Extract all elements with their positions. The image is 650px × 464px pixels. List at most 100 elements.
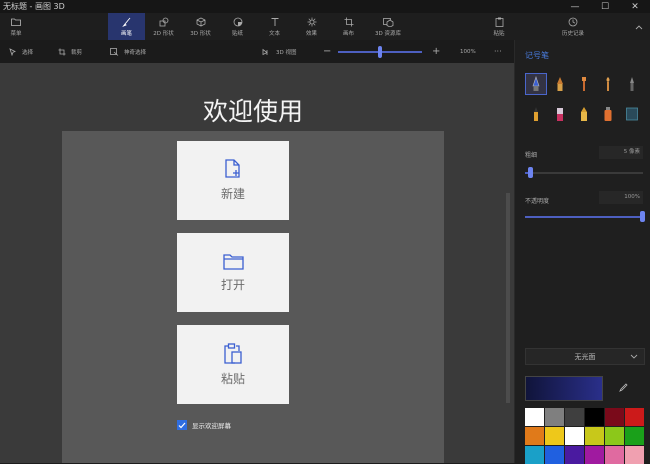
crayon-icon[interactable]	[574, 104, 594, 124]
3d-view-label: 3D 视图	[276, 49, 297, 56]
3d-view-toggle[interactable]: 3D 视图	[262, 40, 296, 63]
magic-select-label: 神奇选择	[124, 49, 147, 56]
canvas-area: 欢迎使用 新建 打开 粘贴 显示欢迎屏幕	[0, 63, 514, 463]
welcome-title: 欢迎使用	[202, 97, 303, 126]
chevron-up-icon	[633, 21, 645, 32]
crop-tool[interactable]: 裁剪	[58, 40, 82, 63]
tab-stickers[interactable]: 贴纸	[219, 13, 256, 40]
pencil-icon[interactable]	[526, 104, 546, 124]
color-swatch[interactable]	[585, 427, 604, 445]
folder-icon	[10, 16, 22, 27]
new-file-icon	[225, 159, 240, 178]
tab-label: 贴纸	[231, 31, 243, 37]
zoom-in-button[interactable]: +	[432, 40, 440, 63]
tab-text[interactable]: 文本	[256, 13, 293, 40]
tab-brushes[interactable]: 画笔	[108, 13, 145, 40]
finish-value: 无光面	[574, 352, 596, 361]
color-swatch[interactable]	[605, 408, 624, 426]
color-swatch[interactable]	[565, 408, 584, 426]
clipboard-icon	[493, 16, 505, 27]
collapse-ribbon-button[interactable]	[630, 13, 648, 40]
color-swatch[interactable]	[545, 408, 564, 426]
checkmark-icon	[177, 420, 187, 430]
tab-effects[interactable]: 效果	[293, 13, 330, 40]
opacity-input[interactable]: 100%	[599, 191, 643, 204]
paste-label: 粘贴	[493, 31, 505, 37]
color-swatch[interactable]	[525, 427, 544, 445]
show-welcome-label: 显示欢迎屏幕	[192, 422, 231, 430]
canvas-icon	[343, 16, 355, 27]
more-button[interactable]: ···	[494, 40, 502, 63]
color-swatch[interactable]	[625, 446, 644, 464]
open-button[interactable]: 打开	[177, 233, 289, 312]
select-tool[interactable]: 选择	[9, 40, 33, 63]
3d-library-icon	[382, 16, 394, 27]
thickness-slider[interactable]	[525, 167, 643, 178]
new-button[interactable]: 新建	[177, 141, 289, 220]
color-swatch[interactable]	[625, 427, 644, 445]
color-swatch[interactable]	[625, 408, 644, 426]
color-swatch[interactable]	[525, 446, 544, 464]
color-swatch[interactable]	[585, 408, 604, 426]
marker-brush-icon[interactable]	[525, 73, 547, 95]
ribbon: 菜单 画笔 2D 形状 3D 形状 贴纸 文本 效果 画布 3D 资源库 粘贴 …	[0, 13, 650, 40]
current-color-swatch[interactable]	[525, 376, 603, 401]
brush-icon	[121, 16, 133, 27]
paste-button[interactable]: 粘贴	[484, 13, 514, 40]
calligraphy-pen-icon[interactable]	[550, 74, 570, 94]
magic-select-tool[interactable]: 神奇选择	[110, 40, 146, 63]
tab-3d-shapes[interactable]: 3D 形状	[182, 13, 219, 40]
title-bar: 无标题 - 画图 3D — ☐ ✕	[0, 0, 650, 13]
oil-brush-icon[interactable]	[574, 74, 594, 94]
2d-shapes-icon	[158, 16, 170, 27]
color-swatch[interactable]	[545, 427, 564, 445]
history-label: 历史记录	[561, 31, 584, 37]
thickness-label: 粗细	[525, 152, 538, 159]
color-swatch[interactable]	[545, 446, 564, 464]
eyedropper-icon[interactable]	[615, 380, 631, 396]
color-swatch[interactable]	[565, 427, 584, 445]
tab-3d-library[interactable]: 3D 资源库	[367, 13, 409, 40]
tab-label: 画笔	[120, 31, 132, 37]
opacity-slider[interactable]	[525, 211, 645, 222]
tab-label: 效果	[305, 31, 317, 37]
tab-label: 2D 形状	[153, 31, 174, 37]
zoom-out-button[interactable]: −	[323, 40, 331, 63]
tab-label: 3D 形状	[190, 31, 211, 37]
pixel-pen-icon[interactable]	[622, 74, 642, 94]
color-swatch[interactable]	[605, 446, 624, 464]
zoom-slider-thumb[interactable]	[378, 46, 382, 58]
history-button[interactable]: 历史记录	[555, 13, 591, 40]
close-button[interactable]: ✕	[620, 0, 650, 13]
color-swatch[interactable]	[525, 408, 544, 426]
color-swatch[interactable]	[585, 446, 604, 464]
tab-label: 3D 资源库	[375, 31, 401, 37]
window-title: 无标题 - 画图 3D	[3, 2, 65, 11]
color-swatch[interactable]	[565, 446, 584, 464]
finish-dropdown[interactable]: 无光面	[525, 348, 645, 365]
minimize-button[interactable]: —	[560, 0, 590, 13]
toolbar: 选择 裁剪 神奇选择 3D 视图 − + 100% ···	[0, 40, 514, 63]
tab-canvas[interactable]: 画布	[330, 13, 367, 40]
eraser-icon[interactable]	[550, 104, 570, 124]
open-label: 打开	[220, 277, 245, 292]
paste-welcome-label: 粘贴	[220, 371, 245, 386]
thickness-input[interactable]: 5 像素	[599, 146, 643, 159]
zoom-slider[interactable]	[338, 46, 422, 58]
chevron-down-icon	[630, 354, 638, 359]
thickness-slider-thumb[interactable]	[528, 167, 533, 178]
tab-2d-shapes[interactable]: 2D 形状	[145, 13, 182, 40]
maximize-button[interactable]: ☐	[590, 0, 620, 13]
watercolor-icon[interactable]	[598, 74, 618, 94]
zoom-level: 100%	[460, 48, 476, 55]
spray-can-icon[interactable]	[598, 104, 618, 124]
history-icon	[567, 16, 579, 27]
show-welcome-checkbox[interactable]: 显示欢迎屏幕	[177, 420, 231, 430]
fill-bucket-icon[interactable]	[622, 104, 642, 124]
color-swatch[interactable]	[605, 427, 624, 445]
paste-welcome-button[interactable]: 粘贴	[177, 325, 289, 404]
vertical-scrollbar[interactable]	[506, 193, 510, 403]
3d-view-icon	[262, 48, 268, 55]
opacity-slider-thumb[interactable]	[640, 211, 645, 222]
menu-button[interactable]: 菜单	[0, 13, 32, 40]
